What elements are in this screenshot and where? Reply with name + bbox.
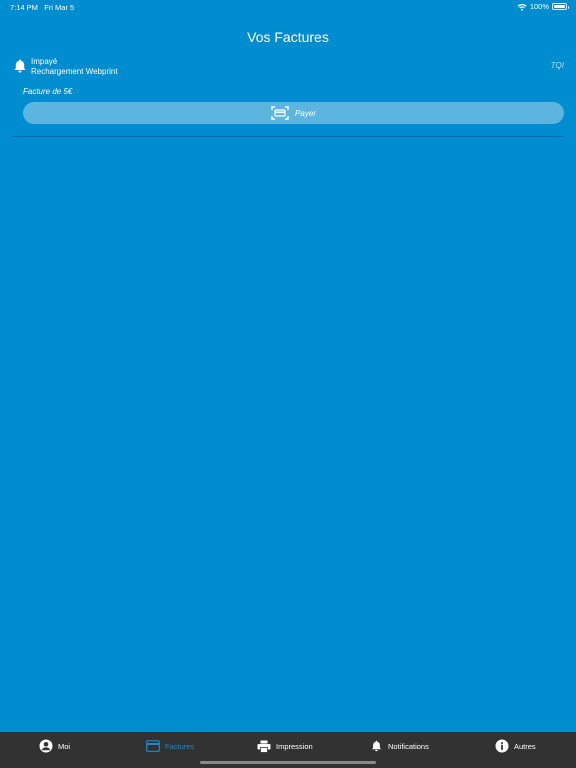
pay-button-label: Payer (295, 108, 316, 118)
pay-button[interactable]: Payer (23, 102, 564, 124)
home-indicator[interactable] (200, 761, 376, 764)
battery-percentage: 100% (529, 2, 549, 11)
printer-icon (257, 740, 271, 753)
invoice-item[interactable]: Impayé Rechargement Webprint TQI Facture… (12, 52, 564, 137)
tab-moi-label: Moi (58, 741, 71, 751)
credit-card-icon (146, 740, 160, 752)
tab-impression[interactable]: Impression (257, 738, 313, 754)
status-time: 7:14 PM Fri Mar 5 (10, 3, 74, 12)
invoice-tag: TQI (550, 61, 564, 70)
scan-card-icon (271, 106, 289, 120)
tab-impression-label: Impression (276, 741, 313, 751)
tab-notifications[interactable]: Notifications (370, 738, 429, 754)
battery-fill (554, 5, 565, 8)
invoice-label: Rechargement Webprint (31, 67, 118, 76)
status-indicators: 100% (517, 2, 569, 11)
invoice-status: Impayé (31, 57, 58, 66)
tab-bar: Moi Factures Impression Notifications Au… (0, 732, 576, 768)
invoice-amount: Facture de 5€ (23, 87, 73, 96)
bell-icon (371, 740, 382, 752)
person-circle-icon (39, 739, 53, 753)
tab-factures-label: Factures (165, 741, 195, 751)
bell-icon (14, 59, 26, 73)
tab-autres-label: Autres (514, 741, 536, 751)
tab-autres[interactable]: Autres (495, 738, 536, 754)
tab-factures[interactable]: Factures (146, 738, 194, 754)
tab-notifications-label: Notifications (388, 741, 429, 751)
status-bar: 7:14 PM Fri Mar 5 100% (0, 0, 576, 14)
wifi-icon (517, 3, 527, 11)
tab-moi[interactable]: Moi (39, 738, 70, 754)
info-circle-icon (495, 739, 509, 753)
status-date-label: Fri Mar 5 (44, 3, 75, 12)
status-time-label: 7:14 PM (10, 3, 38, 12)
battery-icon (552, 3, 569, 10)
page-title: Vos Factures (247, 29, 329, 45)
